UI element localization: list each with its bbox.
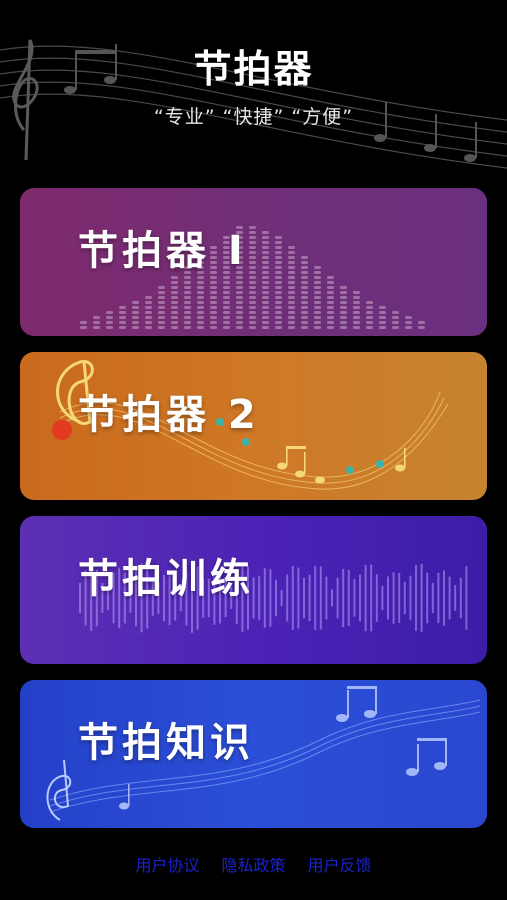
- metronome-2-label: 节拍器 2: [78, 392, 260, 438]
- rhythm-knowledge-card[interactable]: 节拍知识: [20, 680, 487, 828]
- user-agreement-link[interactable]: 用户协议: [135, 852, 199, 876]
- metronome-1-label: 节拍器 I: [78, 228, 247, 274]
- user-feedback-link[interactable]: 用户反馈: [308, 852, 372, 876]
- rhythm-training-card[interactable]: 节拍训练: [20, 516, 487, 664]
- privacy-policy-link[interactable]: 隐私政策: [221, 852, 285, 876]
- rhythm-knowledge-label: 节拍知识: [78, 720, 254, 766]
- metronome-2-card[interactable]: 节拍器 2: [20, 352, 487, 500]
- footer-links: 用户协议 隐私政策 用户反馈: [0, 852, 507, 876]
- metronome-1-card[interactable]: 节拍器 I: [20, 188, 487, 336]
- app-subtitle: “专业” “快捷” “方便”: [153, 106, 354, 128]
- app-title: 节拍器: [193, 47, 314, 91]
- rhythm-training-label: 节拍训练: [78, 556, 254, 602]
- treble-clef-icon: [46, 759, 72, 821]
